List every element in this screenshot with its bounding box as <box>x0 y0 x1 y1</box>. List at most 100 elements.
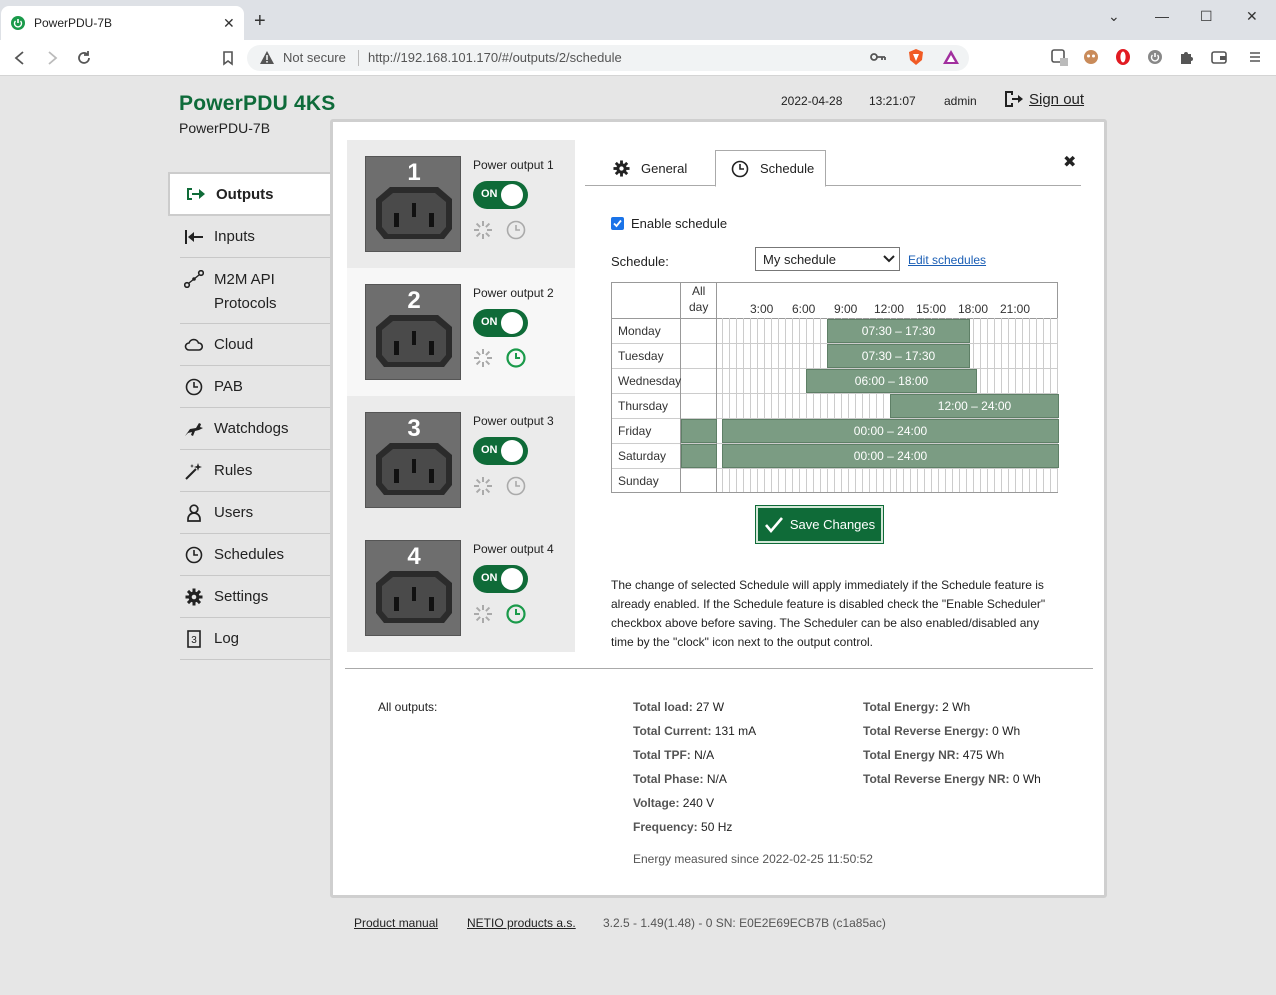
not-secure-label: Not secure <box>283 50 346 65</box>
schedule-grid: All day 3:00 6:00 9:00 12:00 15:00 18:00… <box>611 282 1059 493</box>
header-time: 13:21:07 <box>869 94 916 108</box>
sidebar-item-outputs[interactable]: Outputs <box>168 172 332 216</box>
sidebar-item-pab[interactable]: PAB <box>180 366 332 408</box>
sidebar-item-inputs[interactable]: Inputs <box>180 216 332 258</box>
tab-schedule[interactable]: Schedule <box>715 150 826 187</box>
edit-schedules-link[interactable]: Edit schedules <box>908 253 986 267</box>
spinner-icon[interactable] <box>473 348 493 368</box>
stat-total-energy-nr: Total Energy NR: 475 Wh <box>863 748 1004 762</box>
sidebar-item-rules[interactable]: Rules <box>180 450 332 492</box>
schedule-block[interactable]: 00:00 – 24:00 <box>722 444 1059 468</box>
save-changes-button[interactable]: Save Changes <box>755 505 884 544</box>
stat-value: 2 Wh <box>942 700 971 714</box>
power-favicon-icon <box>11 16 25 30</box>
output-3-image[interactable]: 3 <box>365 412 461 508</box>
spinner-icon[interactable] <box>473 476 493 496</box>
sidebar-item-label-line2: Protocols <box>214 295 277 312</box>
schedule-select[interactable]: My schedule <box>755 247 900 271</box>
schedule-block-label: 00:00 – 24:00 <box>853 449 928 463</box>
close-window-icon[interactable]: ✕ <box>1246 8 1258 25</box>
sidebar-item-label: Inputs <box>214 228 255 245</box>
reload-icon[interactable] <box>74 48 94 68</box>
output-4-toggle[interactable]: ON <box>473 565 528 593</box>
maximize-icon[interactable]: ☐ <box>1200 8 1213 25</box>
sidebar-item-users[interactable]: Users <box>180 492 332 534</box>
back-icon[interactable] <box>10 48 30 68</box>
sidebar-item-settings[interactable]: Settings <box>180 576 332 618</box>
output-1-image[interactable]: 1 <box>365 156 461 252</box>
chevron-down-icon <box>883 254 895 264</box>
save-changes-label: Save Changes <box>789 517 876 532</box>
schedule-block[interactable]: 07:30 – 17:30 <box>827 344 970 368</box>
schedule-clock-icon[interactable] <box>506 348 526 368</box>
sign-out-link[interactable]: Sign out <box>1003 90 1084 108</box>
bookmark-icon[interactable] <box>218 48 238 68</box>
schedule-clock-icon[interactable] <box>506 604 526 624</box>
stat-total-reverse-energy-nr: Total Reverse Energy NR: 0 Wh <box>863 772 1041 786</box>
url-field[interactable]: Not secure http://192.168.101.170/#/outp… <box>247 45 969 71</box>
opera-icon[interactable] <box>1114 48 1132 66</box>
watchdog-icon <box>183 420 205 438</box>
netio-products-link[interactable]: NETIO products a.s. <box>467 916 576 930</box>
extension-lock-icon[interactable] <box>1050 48 1068 66</box>
close-tab-icon[interactable]: ✕ <box>223 15 235 32</box>
new-tab-icon[interactable]: + <box>254 11 266 31</box>
schedule-block[interactable]: 06:00 – 18:00 <box>806 369 977 393</box>
schedule-block[interactable]: 12:00 – 24:00 <box>890 394 1059 418</box>
output-1-toggle[interactable]: ON <box>473 181 528 209</box>
spinner-icon[interactable] <box>473 220 493 240</box>
sidebar-item-m2m-api[interactable]: M2M API Protocols <box>180 258 332 324</box>
minimize-icon[interactable]: — <box>1155 8 1169 24</box>
sidebar-item-label: Cloud <box>214 336 254 353</box>
tab-search-icon[interactable]: ⌄ <box>1108 8 1120 25</box>
stat-value: 0 Wh <box>992 724 1021 738</box>
enable-schedule-checkbox[interactable]: Enable schedule <box>611 216 727 231</box>
close-icon[interactable]: ✖ <box>1063 152 1076 172</box>
clock-icon <box>183 546 205 564</box>
schedule-clock-icon[interactable] <box>506 476 526 496</box>
puzzle-icon[interactable] <box>1178 48 1196 66</box>
sidebar-item-watchdogs[interactable]: Watchdogs <box>180 408 332 450</box>
tab-title: PowerPDU-7B <box>34 16 113 30</box>
gear-icon <box>613 159 630 177</box>
rules-icon <box>183 462 205 480</box>
tab-label: Schedule <box>760 161 815 176</box>
schedule-block[interactable]: 07:30 – 17:30 <box>827 319 970 343</box>
forward-icon[interactable] <box>42 48 62 68</box>
stat-label: Total Phase: <box>633 772 704 786</box>
spinner-icon[interactable] <box>473 604 493 624</box>
power-extension-icon[interactable] <box>1146 48 1164 66</box>
extension-face-icon[interactable] <box>1082 48 1100 66</box>
stat-value: 50 Hz <box>701 820 733 834</box>
menu-icon[interactable] <box>1246 48 1264 66</box>
schedule-block-label: 00:00 – 24:00 <box>853 424 928 438</box>
output-2-image[interactable]: 2 <box>365 284 461 380</box>
browser-tab[interactable]: PowerPDU-7B ✕ <box>1 6 244 40</box>
sidebar-item-cloud[interactable]: Cloud <box>180 324 332 366</box>
hour-label: 21:00 <box>1000 302 1031 316</box>
output-2-toggle[interactable]: ON <box>473 309 528 337</box>
toggle-knob <box>501 440 523 462</box>
sidebar-item-log[interactable]: 3 Log <box>180 618 332 660</box>
stat-value: 27 W <box>696 700 725 714</box>
wallet-icon[interactable] <box>1210 48 1228 66</box>
product-manual-link[interactable]: Product manual <box>354 916 438 930</box>
schedule-clock-icon[interactable] <box>506 220 526 240</box>
allday-block[interactable] <box>681 419 717 443</box>
sidebar-item-schedules[interactable]: Schedules <box>180 534 332 576</box>
m2m-icon <box>183 270 205 288</box>
tab-general[interactable]: General <box>613 150 713 186</box>
brave-shield-icon[interactable] <box>907 48 925 66</box>
output-label: Power output 4 <box>473 542 554 556</box>
allday-block[interactable] <box>681 444 717 468</box>
key-icon[interactable] <box>869 48 887 66</box>
stat-total-reverse-energy: Total Reverse Energy: 0 Wh <box>863 724 1020 738</box>
output-4-image[interactable]: 4 <box>365 540 461 636</box>
sign-out-label: Sign out <box>1029 90 1085 108</box>
browser-tab-bar: PowerPDU-7B ✕ + ⌄ — ☐ ✕ <box>0 0 1276 40</box>
output-3-toggle[interactable]: ON <box>473 437 528 465</box>
brave-rewards-icon[interactable] <box>942 48 960 66</box>
schedule-block[interactable]: 00:00 – 24:00 <box>722 419 1059 443</box>
toggle-state: ON <box>481 572 498 584</box>
output-number: 1 <box>407 159 421 186</box>
